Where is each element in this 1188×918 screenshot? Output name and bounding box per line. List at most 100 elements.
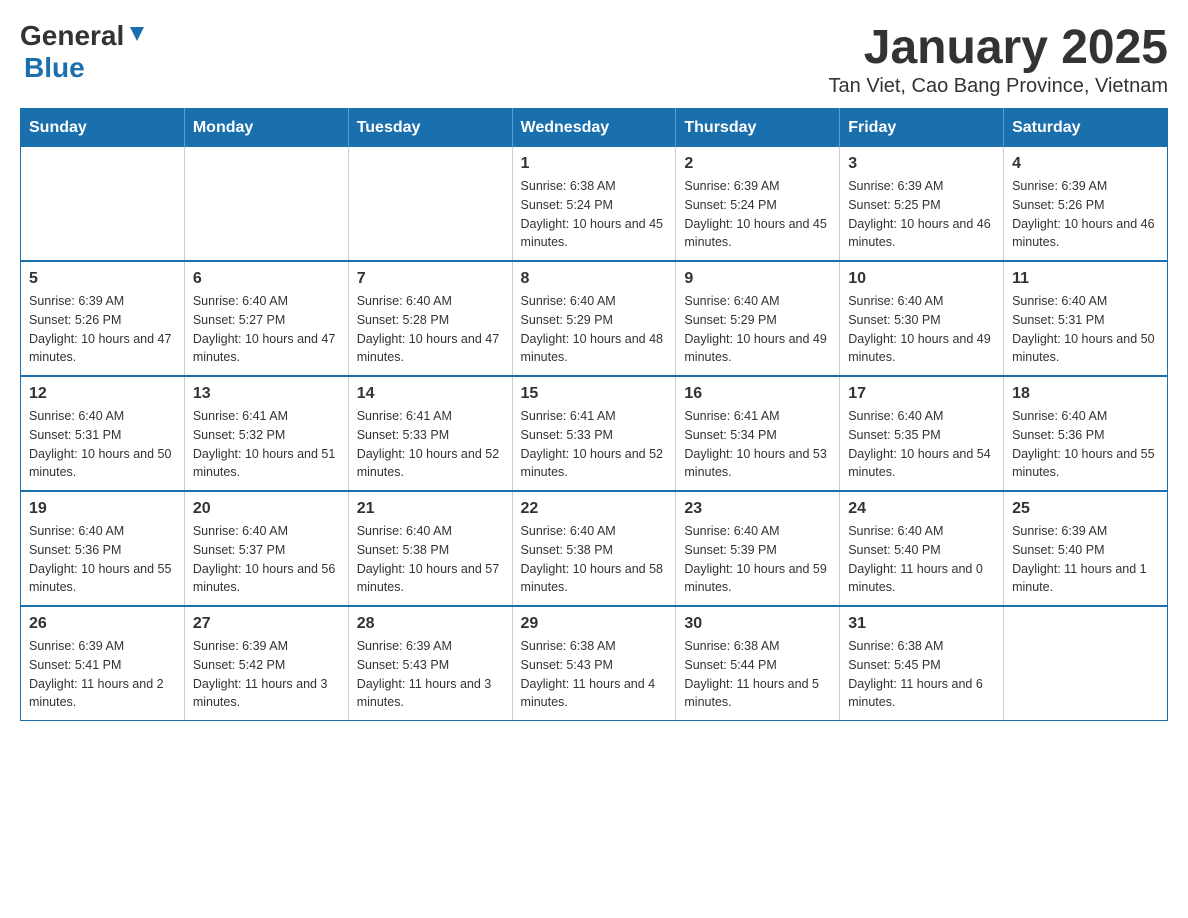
calendar-day-6: 6 Sunrise: 6:40 AMSunset: 5:27 PMDaylight… [184,261,348,376]
day-info: Sunrise: 6:40 AMSunset: 5:37 PMDaylight:… [193,522,340,597]
calendar-header-friday: Friday [840,109,1004,148]
day-number: 29 [521,615,668,633]
day-info: Sunrise: 6:40 AMSunset: 5:31 PMDaylight:… [29,407,176,482]
day-number: 2 [684,155,831,173]
day-number: 31 [848,615,995,633]
day-number: 3 [848,155,995,173]
main-title: January 2025 [829,20,1168,75]
day-number: 4 [1012,155,1159,173]
day-info: Sunrise: 6:39 AMSunset: 5:24 PMDaylight:… [684,177,831,252]
calendar-day-22: 22 Sunrise: 6:40 AMSunset: 5:38 PMDayligh… [512,491,676,606]
calendar-day-20: 20 Sunrise: 6:40 AMSunset: 5:37 PMDayligh… [184,491,348,606]
day-number: 12 [29,385,176,403]
day-info: Sunrise: 6:38 AMSunset: 5:44 PMDaylight:… [684,637,831,712]
day-info: Sunrise: 6:40 AMSunset: 5:29 PMDaylight:… [684,292,831,367]
day-info: Sunrise: 6:38 AMSunset: 5:45 PMDaylight:… [848,637,995,712]
day-number: 26 [29,615,176,633]
calendar-week-row: 12 Sunrise: 6:40 AMSunset: 5:31 PMDayligh… [21,376,1168,491]
day-number: 5 [29,270,176,288]
day-info: Sunrise: 6:40 AMSunset: 5:29 PMDaylight:… [521,292,668,367]
logo-triangle-icon [126,23,148,45]
calendar-day-12: 12 Sunrise: 6:40 AMSunset: 5:31 PMDayligh… [21,376,185,491]
logo-general-text: General [20,20,124,52]
calendar-header-row: SundayMondayTuesdayWednesdayThursdayFrid… [21,109,1168,148]
day-number: 25 [1012,500,1159,518]
calendar-day-26: 26 Sunrise: 6:39 AMSunset: 5:41 PMDayligh… [21,606,185,721]
day-number: 16 [684,385,831,403]
day-number: 6 [193,270,340,288]
day-number: 8 [521,270,668,288]
day-info: Sunrise: 6:38 AMSunset: 5:24 PMDaylight:… [521,177,668,252]
calendar-day-14: 14 Sunrise: 6:41 AMSunset: 5:33 PMDayligh… [348,376,512,491]
day-number: 22 [521,500,668,518]
calendar-week-row: 26 Sunrise: 6:39 AMSunset: 5:41 PMDayligh… [21,606,1168,721]
calendar-day-3: 3 Sunrise: 6:39 AMSunset: 5:25 PMDaylight… [840,147,1004,261]
day-info: Sunrise: 6:39 AMSunset: 5:26 PMDaylight:… [29,292,176,367]
day-number: 14 [357,385,504,403]
day-info: Sunrise: 6:40 AMSunset: 5:28 PMDaylight:… [357,292,504,367]
day-number: 17 [848,385,995,403]
day-info: Sunrise: 6:39 AMSunset: 5:41 PMDaylight:… [29,637,176,712]
day-info: Sunrise: 6:40 AMSunset: 5:35 PMDaylight:… [848,407,995,482]
day-number: 13 [193,385,340,403]
day-number: 15 [521,385,668,403]
day-info: Sunrise: 6:41 AMSunset: 5:32 PMDaylight:… [193,407,340,482]
day-info: Sunrise: 6:39 AMSunset: 5:26 PMDaylight:… [1012,177,1159,252]
calendar-day-11: 11Sunrise: 6:40 AMSunset: 5:31 PMDayligh… [1004,261,1168,376]
calendar-day-23: 23 Sunrise: 6:40 AMSunset: 5:39 PMDayligh… [676,491,840,606]
calendar-empty-cell [1004,606,1168,721]
calendar-day-2: 2 Sunrise: 6:39 AMSunset: 5:24 PMDaylight… [676,147,840,261]
day-number: 30 [684,615,831,633]
day-number: 18 [1012,385,1159,403]
calendar-week-row: 5 Sunrise: 6:39 AMSunset: 5:26 PMDaylight… [21,261,1168,376]
page-header: General Blue January 2025 Tan Viet, Cao … [20,20,1168,98]
day-info: Sunrise: 6:39 AMSunset: 5:42 PMDaylight:… [193,637,340,712]
day-number: 23 [684,500,831,518]
calendar-header-tuesday: Tuesday [348,109,512,148]
day-number: 10 [848,270,995,288]
calendar-day-29: 29Sunrise: 6:38 AMSunset: 5:43 PMDayligh… [512,606,676,721]
day-number: 1 [521,155,668,173]
location-subtitle: Tan Viet, Cao Bang Province, Vietnam [829,75,1168,98]
day-info: Sunrise: 6:40 AMSunset: 5:39 PMDaylight:… [684,522,831,597]
day-number: 28 [357,615,504,633]
calendar-header-sunday: Sunday [21,109,185,148]
day-info: Sunrise: 6:40 AMSunset: 5:30 PMDaylight:… [848,292,995,367]
day-number: 19 [29,500,176,518]
calendar-day-24: 24Sunrise: 6:40 AMSunset: 5:40 PMDayligh… [840,491,1004,606]
calendar-header-thursday: Thursday [676,109,840,148]
calendar-header-saturday: Saturday [1004,109,1168,148]
day-info: Sunrise: 6:40 AMSunset: 5:36 PMDaylight:… [29,522,176,597]
day-info: Sunrise: 6:39 AMSunset: 5:40 PMDaylight:… [1012,522,1159,597]
logo: General Blue [20,20,148,84]
day-number: 11 [1012,270,1159,288]
calendar-day-31: 31 Sunrise: 6:38 AMSunset: 5:45 PMDayligh… [840,606,1004,721]
calendar-day-7: 7Sunrise: 6:40 AMSunset: 5:28 PMDaylight… [348,261,512,376]
calendar-day-13: 13 Sunrise: 6:41 AMSunset: 5:32 PMDayligh… [184,376,348,491]
calendar-day-15: 15 Sunrise: 6:41 AMSunset: 5:33 PMDayligh… [512,376,676,491]
calendar-day-9: 9Sunrise: 6:40 AMSunset: 5:29 PMDaylight… [676,261,840,376]
calendar-header-monday: Monday [184,109,348,148]
calendar-day-25: 25 Sunrise: 6:39 AMSunset: 5:40 PMDayligh… [1004,491,1168,606]
calendar-day-18: 18Sunrise: 6:40 AMSunset: 5:36 PMDayligh… [1004,376,1168,491]
day-info: Sunrise: 6:41 AMSunset: 5:33 PMDaylight:… [521,407,668,482]
day-info: Sunrise: 6:40 AMSunset: 5:40 PMDaylight:… [848,522,995,597]
calendar-day-17: 17 Sunrise: 6:40 AMSunset: 5:35 PMDayligh… [840,376,1004,491]
calendar-header-wednesday: Wednesday [512,109,676,148]
day-info: Sunrise: 6:41 AMSunset: 5:33 PMDaylight:… [357,407,504,482]
calendar-week-row: 19 Sunrise: 6:40 AMSunset: 5:36 PMDayligh… [21,491,1168,606]
calendar-table: SundayMondayTuesdayWednesdayThursdayFrid… [20,108,1168,721]
day-info: Sunrise: 6:40 AMSunset: 5:27 PMDaylight:… [193,292,340,367]
calendar-day-8: 8 Sunrise: 6:40 AMSunset: 5:29 PMDaylight… [512,261,676,376]
day-info: Sunrise: 6:40 AMSunset: 5:38 PMDaylight:… [357,522,504,597]
day-number: 20 [193,500,340,518]
logo-blue-text: Blue [24,52,85,83]
calendar-day-27: 27Sunrise: 6:39 AMSunset: 5:42 PMDayligh… [184,606,348,721]
day-info: Sunrise: 6:41 AMSunset: 5:34 PMDaylight:… [684,407,831,482]
calendar-day-10: 10 Sunrise: 6:40 AMSunset: 5:30 PMDayligh… [840,261,1004,376]
calendar-day-19: 19 Sunrise: 6:40 AMSunset: 5:36 PMDayligh… [21,491,185,606]
day-number: 21 [357,500,504,518]
day-info: Sunrise: 6:40 AMSunset: 5:38 PMDaylight:… [521,522,668,597]
calendar-day-1: 1 Sunrise: 6:38 AMSunset: 5:24 PMDaylight… [512,147,676,261]
day-info: Sunrise: 6:39 AMSunset: 5:25 PMDaylight:… [848,177,995,252]
